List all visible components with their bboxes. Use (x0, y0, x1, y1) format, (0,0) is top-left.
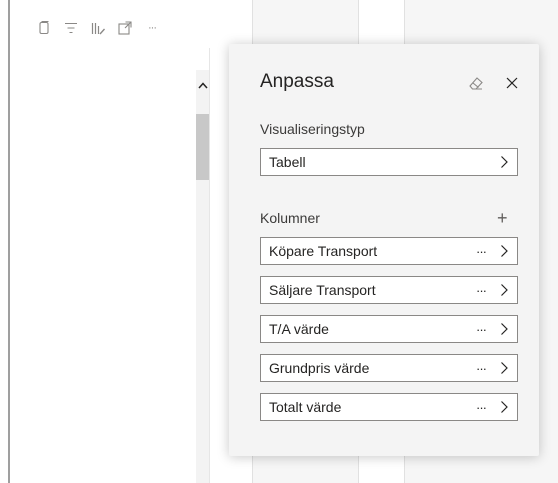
more-options-icon[interactable]: ··· (471, 244, 491, 259)
focus-mode-icon[interactable] (117, 20, 133, 36)
visualization-type-label: Visualiseringstyp (260, 121, 365, 137)
chevron-right-icon[interactable] (497, 322, 511, 336)
column-item[interactable]: Totalt värde ··· (260, 393, 518, 421)
columns-label: Kolumner (260, 210, 320, 226)
close-icon[interactable] (504, 75, 520, 91)
more-options-icon[interactable]: ··· (144, 20, 160, 36)
more-options-icon[interactable]: ··· (471, 283, 491, 298)
column-item-label: Säljare Transport (269, 282, 376, 298)
customize-panel: Anpassa Visualiseringstyp Tabell Kolumne… (229, 44, 539, 456)
column-item[interactable]: Säljare Transport ··· (260, 276, 518, 304)
scroll-up-arrow-icon[interactable] (196, 74, 210, 98)
column-item[interactable]: T/A värde ··· (260, 315, 518, 343)
chevron-right-icon[interactable] (497, 283, 511, 297)
column-item[interactable]: Köpare Transport ··· (260, 237, 518, 265)
column-item-label: Grundpris värde (269, 360, 370, 376)
column-item[interactable]: Grundpris värde ··· (260, 354, 518, 382)
chevron-right-icon (501, 156, 508, 168)
table-visual[interactable] (10, 0, 252, 483)
more-options-icon[interactable]: ··· (471, 322, 491, 337)
column-item-label: Totalt värde (269, 399, 342, 415)
visualization-type-value: Tabell (269, 154, 306, 170)
copy-icon[interactable] (36, 20, 52, 36)
scrollbar-thumb[interactable] (196, 114, 210, 180)
chevron-right-icon[interactable] (497, 244, 511, 258)
visual-header-toolbar: ··· (36, 18, 160, 38)
visual-inner-edge (209, 48, 210, 483)
analytics-icon[interactable] (90, 20, 106, 36)
more-options-icon[interactable]: ··· (471, 361, 491, 376)
panel-title: Anpassa (260, 71, 334, 92)
filter-icon[interactable] (63, 20, 79, 36)
add-column-button[interactable]: + (497, 209, 508, 227)
chevron-right-icon[interactable] (497, 400, 511, 414)
eraser-icon[interactable] (467, 74, 485, 92)
chevron-right-icon[interactable] (497, 361, 511, 375)
column-item-label: T/A värde (269, 321, 329, 337)
more-options-icon[interactable]: ··· (471, 400, 491, 415)
column-item-label: Köpare Transport (269, 243, 378, 259)
visualization-type-select[interactable]: Tabell (260, 148, 518, 176)
